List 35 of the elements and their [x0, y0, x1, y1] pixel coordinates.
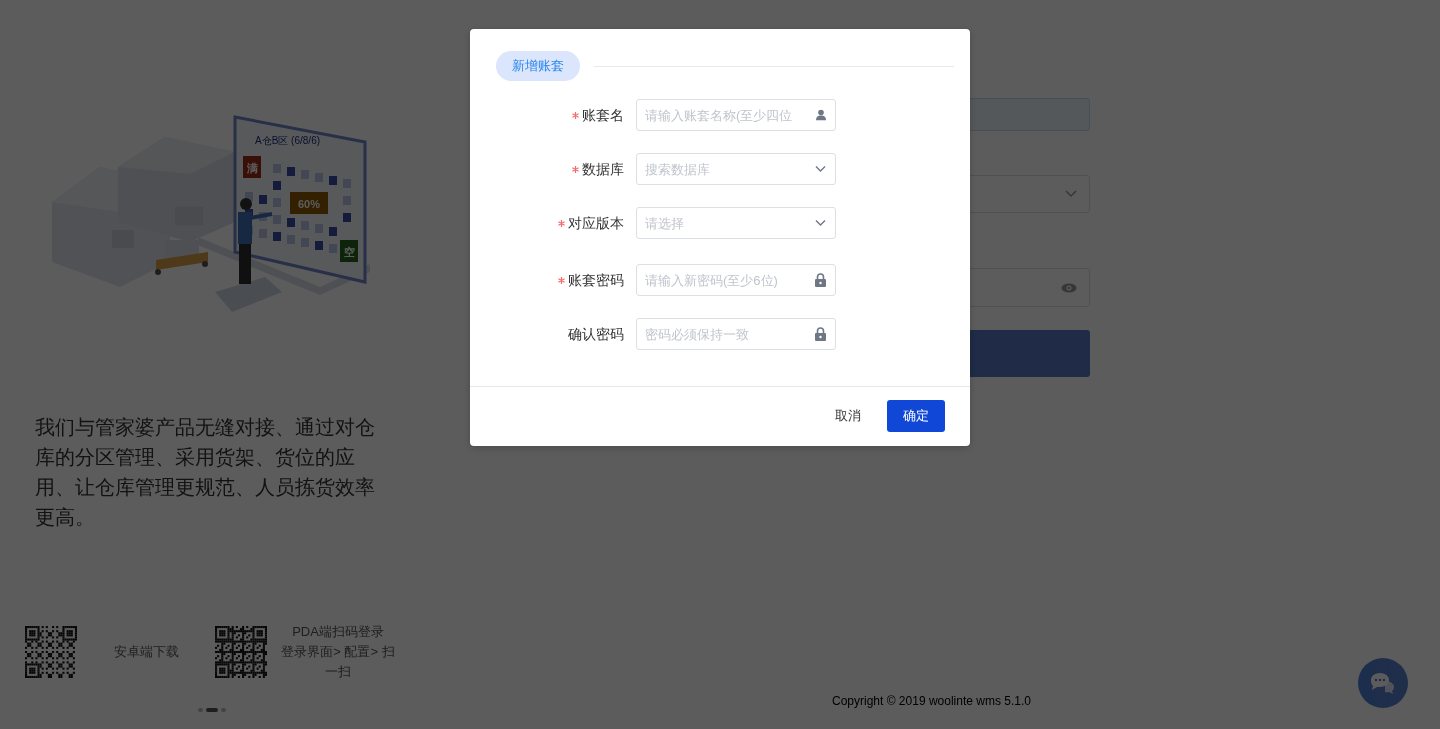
- chat-button[interactable]: [1358, 658, 1408, 708]
- dialog-tag: 新增账套: [496, 51, 580, 81]
- full-tag-text: 满: [246, 162, 258, 174]
- field-label: 确认密码: [568, 324, 624, 344]
- lock-icon: [815, 327, 826, 341]
- empty-tag: [340, 240, 358, 262]
- full-tag: [243, 156, 261, 178]
- percent-tag: [290, 192, 328, 214]
- board-title-text: A仓B区 (6/8/6): [255, 135, 321, 146]
- empty-tag-text: 空: [343, 246, 355, 258]
- cart-drawing: [155, 240, 208, 275]
- password-field[interactable]: 请输入新密码(至少6位): [636, 264, 836, 296]
- description-text: 我们与管家婆产品无缝对接、通过对仓库的分区管理、采用货架、货位的应用、让仓库管理更规范、人员拣货效率更高。: [35, 415, 376, 530]
- percent-tag-text: 60%: [298, 198, 320, 210]
- chevron-down-icon: [1065, 190, 1077, 198]
- eye-icon: [1061, 282, 1077, 293]
- chat-bubbles-icon: [1370, 672, 1396, 694]
- lock-icon: [815, 273, 826, 287]
- field-label: 账套名: [582, 105, 624, 125]
- select-field[interactable]: 搜索数据库: [636, 153, 836, 185]
- qr-code: [25, 626, 77, 678]
- chevron-down-icon: [815, 165, 826, 173]
- download-title: 安卓端下载: [113, 643, 179, 662]
- chevron-down-icon: [815, 219, 826, 227]
- confirm-button[interactable]: 确定: [887, 400, 945, 432]
- cancel-button[interactable]: 取消: [831, 400, 865, 432]
- field-label: 数据库: [582, 159, 624, 179]
- select-field[interactable]: 请选择: [636, 207, 836, 239]
- download-title: PDA端扫码登录: [292, 623, 384, 641]
- copyright-text: Copyright © 2019 woolinte wms 5.1.0: [832, 693, 1031, 710]
- input-field[interactable]: 请输入账套名称(至少四位: [636, 99, 836, 131]
- field-label: 对应版本: [568, 213, 624, 233]
- qr-code: [215, 626, 267, 678]
- field-label: 账套密码: [568, 270, 624, 290]
- user-icon: [816, 109, 826, 121]
